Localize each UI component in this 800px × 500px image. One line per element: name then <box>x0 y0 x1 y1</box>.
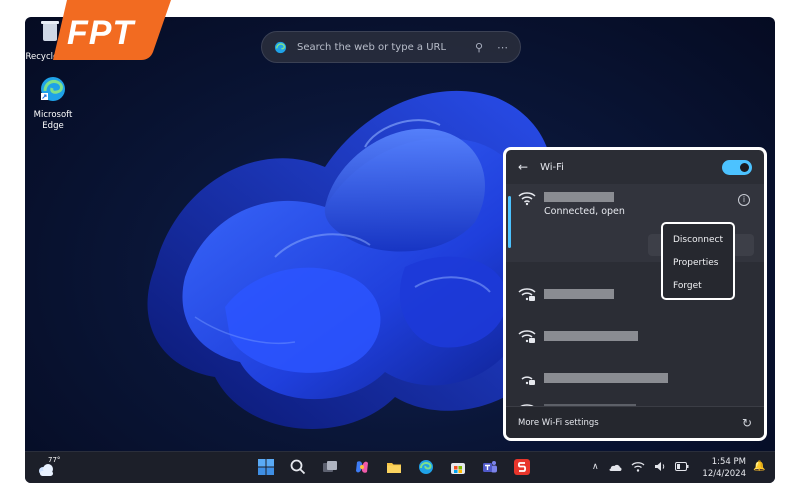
notification-bell-icon[interactable]: 🔔 <box>753 461 765 472</box>
battery-icon[interactable] <box>674 462 689 471</box>
more-options-icon[interactable]: ⋯ <box>497 41 508 54</box>
cloud-icon <box>39 464 53 476</box>
wifi-toggle[interactable] <box>722 159 752 175</box>
edge-icon <box>274 41 287 53</box>
selection-indicator <box>508 196 511 248</box>
weather-widget[interactable]: 77° <box>37 456 65 480</box>
copilot-button[interactable] <box>351 456 373 478</box>
teams-button[interactable] <box>479 456 501 478</box>
network-status: Connected, open <box>544 206 625 217</box>
more-wifi-settings-link[interactable]: More Wi-Fi settings <box>518 418 742 428</box>
network-name-redacted <box>544 331 638 341</box>
wifi-panel-title: Wi-Fi <box>540 161 564 173</box>
taskbar-apps <box>255 456 533 478</box>
menu-item-disconnect[interactable]: Disconnect <box>663 229 733 252</box>
start-button[interactable] <box>255 456 277 478</box>
search-placeholder: Search the web or type a URL <box>297 41 447 53</box>
taskbar-clock[interactable]: 1:54 PM 12/4/2024 <box>702 456 746 480</box>
visual-search-icon[interactable]: ⚲ <box>475 41 483 54</box>
info-icon[interactable]: i <box>738 194 750 206</box>
file-explorer-button[interactable] <box>383 456 405 478</box>
task-view-icon <box>323 461 337 472</box>
wifi-icon[interactable] <box>631 461 645 472</box>
network-name-redacted <box>544 373 668 383</box>
edge-icon <box>41 77 65 101</box>
clock-time: 1:54 PM <box>711 457 746 467</box>
network-item[interactable] <box>506 358 764 398</box>
teams-icon <box>483 461 497 473</box>
desktop-icon-edge[interactable]: Microsoft Edge <box>25 75 83 132</box>
network-name-redacted <box>544 192 614 202</box>
store-button[interactable] <box>447 456 469 478</box>
system-tray: ∧ <box>592 461 689 472</box>
taskbar: 77° ∧ 1:54 PM 12/4/2024 🔔 <box>25 451 775 483</box>
store-icon <box>451 463 465 474</box>
back-arrow-icon[interactable]: ← <box>518 160 528 174</box>
edge-taskbar-button[interactable] <box>415 456 437 478</box>
windows-logo-icon <box>258 459 274 475</box>
speaker-icon[interactable] <box>654 461 666 472</box>
edge-icon <box>419 460 433 474</box>
copilot-icon <box>356 461 368 473</box>
wifi-panel-header: ← Wi-Fi <box>506 150 764 184</box>
chevron-up-icon[interactable]: ∧ <box>592 462 599 472</box>
wps-icon <box>514 459 530 475</box>
task-view-button[interactable] <box>319 456 341 478</box>
desktop-screen: Recycle Bin Microsoft Edge Search the we… <box>25 17 775 483</box>
web-search-bar[interactable]: Search the web or type a URL ⚲ ⋯ <box>261 31 521 63</box>
search-icon <box>290 459 306 475</box>
secured-wifi-icon <box>521 376 535 385</box>
secured-wifi-icon <box>518 330 536 343</box>
taskbar-search-button[interactable] <box>287 456 309 478</box>
fpt-logo: FPT <box>53 0 171 60</box>
onedrive-icon[interactable] <box>608 462 622 472</box>
wifi-panel: ← Wi-Fi Connected, open i Disconnect Pro… <box>503 147 767 441</box>
network-item[interactable] <box>506 316 764 356</box>
desktop-icon-label: Microsoft Edge <box>33 110 73 131</box>
secured-wifi-icon <box>518 288 536 301</box>
wifi-icon <box>518 192 536 206</box>
network-item-connected[interactable]: Connected, open i Disconnect Properties … <box>506 184 764 300</box>
wps-button[interactable] <box>511 456 533 478</box>
weather-temperature: 77° <box>48 456 61 464</box>
folder-icon <box>387 463 401 473</box>
fpt-logo-text: FPT <box>67 14 136 52</box>
menu-item-properties[interactable]: Properties <box>663 252 733 275</box>
wifi-panel-footer: More Wi-Fi settings ↻ <box>506 406 764 438</box>
network-name-redacted <box>544 289 614 299</box>
refresh-icon[interactable]: ↻ <box>742 416 752 430</box>
network-item[interactable] <box>506 274 764 314</box>
clock-date: 12/4/2024 <box>702 469 746 479</box>
